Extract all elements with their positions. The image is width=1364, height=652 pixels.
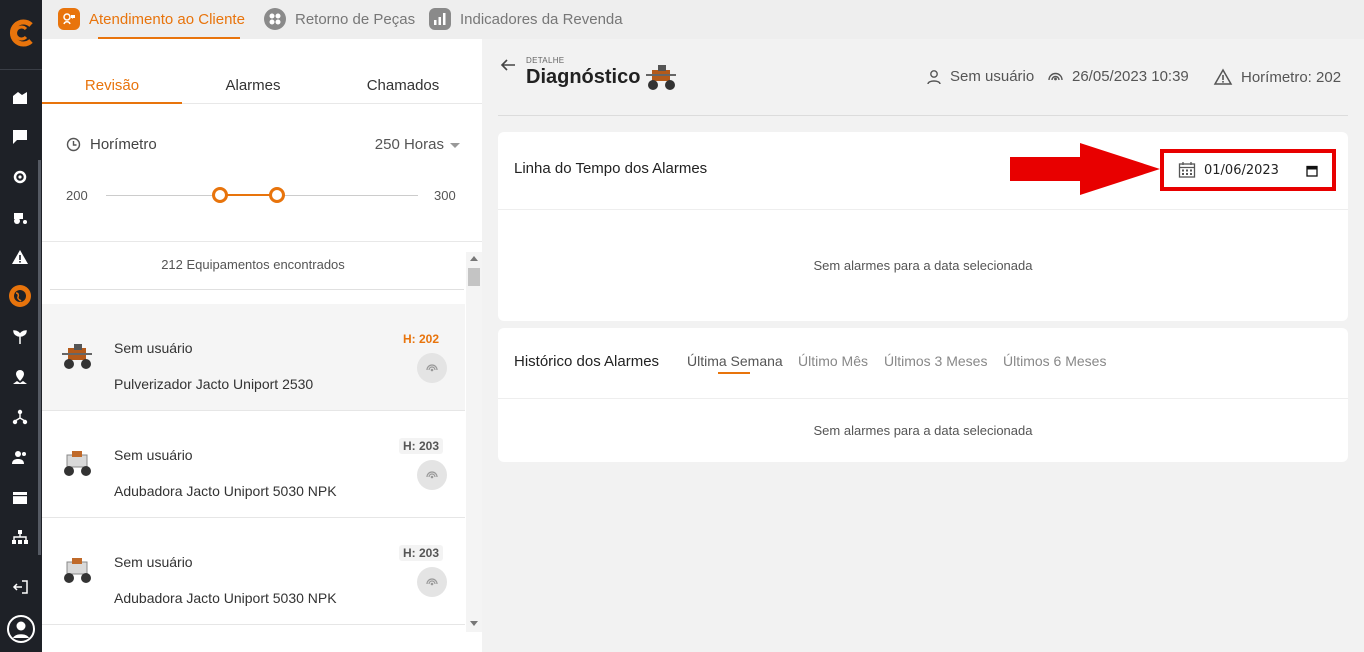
warning-icon	[1213, 68, 1233, 85]
date-input[interactable]: 01/06/2023	[1160, 149, 1336, 191]
chevron-down-icon[interactable]	[450, 143, 460, 148]
list-scrollbar[interactable]	[466, 252, 482, 632]
equipment-panel: Revisão Alarmes Chamados Horímetro 250 H…	[42, 39, 482, 652]
empty-state: Sem alarmes para a data selecionada	[813, 258, 1033, 273]
equipment-user: Sem usuário	[114, 554, 193, 570]
date-value: 01/06/2023	[1204, 163, 1279, 178]
date-picker-icon[interactable]	[1306, 165, 1318, 177]
sprayer-image	[62, 344, 92, 369]
tab-retorno-pecas[interactable]: Retorno de Peças	[264, 6, 415, 32]
back-arrow-icon[interactable]	[500, 57, 516, 73]
detail-horimetro: Horímetro: 202	[1213, 68, 1341, 86]
user-icon	[927, 69, 941, 84]
tab-ultimos-6-meses[interactable]: Últimos 6 Meses	[1003, 353, 1106, 369]
slider-min-label: 200	[66, 188, 88, 203]
farm-icon[interactable]	[9, 86, 31, 108]
slider-max-label: 300	[434, 188, 456, 203]
tab-ultima-semana[interactable]: Última Semana	[687, 353, 783, 369]
user-profile-icon[interactable]	[6, 614, 36, 644]
hours-badge: H: 203	[398, 545, 443, 561]
signal-icon	[1048, 72, 1063, 81]
top-navigation: Atendimento ao Cliente Retorno de Peças …	[42, 0, 1364, 39]
bar-chart-icon	[429, 8, 451, 30]
range-slider-high-handle[interactable]	[269, 187, 285, 203]
customer-service-icon	[58, 8, 80, 30]
horimetro-filter: Horímetro 250 Horas	[66, 136, 460, 156]
warning-icon[interactable]	[9, 246, 31, 268]
users-icon[interactable]	[9, 446, 31, 468]
hours-badge: H: 203	[398, 438, 443, 454]
detail-datetime: 26/05/2023 10:39	[1047, 68, 1189, 85]
spreader-image	[64, 558, 91, 583]
history-card: Histórico dos Alarmes Sem alarmes para a…	[498, 328, 1348, 462]
equipment-list-item[interactable]: Sem usuário Adubadora Jacto Uniport 5030…	[42, 411, 465, 518]
globe-icon[interactable]	[9, 285, 31, 307]
equipment-user: Sem usuário	[114, 447, 193, 463]
gear-network-icon[interactable]	[9, 166, 31, 188]
tab-label: Retorno de Peças	[295, 10, 416, 28]
equipment-image	[646, 65, 676, 90]
tab-chamados[interactable]: Chamados	[333, 77, 473, 94]
tab-atendimento-cliente[interactable]: Atendimento ao Cliente	[58, 6, 245, 32]
horimetro-label: Horímetro	[90, 136, 157, 153]
spreader-image	[64, 451, 91, 476]
page-title: Diagnóstico	[526, 66, 641, 88]
detail-user: Sem usuário	[926, 68, 1034, 85]
results-count: 212 Equipamentos encontrados	[161, 257, 345, 272]
scroll-up-icon[interactable]	[470, 256, 478, 261]
tab-ultimo-mes[interactable]: Último Mês	[798, 353, 868, 369]
tab-label: Atendimento ao Cliente	[89, 10, 245, 28]
scroll-down-icon[interactable]	[470, 621, 478, 626]
hours-badge: H: 202	[402, 332, 439, 346]
parts-icon	[264, 8, 286, 30]
equipment-list-item[interactable]: Sem usuário Pulverizador Jacto Uniport 2…	[42, 304, 465, 411]
chat-icon[interactable]	[9, 126, 31, 148]
active-tab-indicator	[718, 372, 750, 374]
equipment-list-item[interactable]: Sem usuário Adubadora Jacto Uniport 5030…	[42, 518, 465, 625]
equipment-model: Adubadora Jacto Uniport 5030 NPK	[114, 590, 337, 606]
equipment-model: Adubadora Jacto Uniport 5030 NPK	[114, 483, 337, 499]
detail-datetime-label: 26/05/2023 10:39	[1072, 68, 1189, 85]
clock-icon	[66, 137, 81, 152]
tractor-icon[interactable]	[9, 206, 31, 228]
breadcrumb: DETALHE	[526, 56, 565, 65]
signal-icon[interactable]	[417, 353, 447, 383]
calendar-icon[interactable]	[9, 486, 31, 508]
equipment-user: Sem usuário	[114, 340, 193, 356]
card-title: Linha do Tempo dos Alarmes	[514, 160, 708, 177]
card-title: Histórico dos Alarmes	[514, 353, 660, 370]
tab-revisao[interactable]: Revisão	[42, 77, 182, 94]
divider	[50, 289, 464, 290]
active-tab-indicator	[42, 102, 182, 104]
plant-icon[interactable]	[9, 326, 31, 348]
calendar-icon	[1178, 162, 1196, 178]
sidebar	[0, 0, 42, 652]
divider	[42, 241, 482, 242]
tab-label: Indicadores da Revenda	[460, 10, 623, 28]
logout-icon[interactable]	[9, 576, 31, 598]
card-divider	[498, 398, 1348, 399]
org-chart-icon[interactable]	[9, 526, 31, 548]
rail-scrollbar[interactable]	[38, 160, 41, 555]
empty-state: Sem alarmes para a data selecionada	[813, 423, 1033, 438]
tab-ultimos-3-meses[interactable]: Últimos 3 Meses	[884, 353, 987, 369]
detail-user-label: Sem usuário	[950, 68, 1035, 85]
tab-alarmes[interactable]: Alarmes	[183, 77, 323, 94]
rail-divider	[0, 69, 42, 70]
signal-icon[interactable]	[417, 460, 447, 490]
annotation-arrow-icon	[1010, 143, 1160, 195]
header-divider	[498, 115, 1348, 116]
company-logo-icon[interactable]	[4, 16, 38, 50]
card-divider	[498, 209, 1348, 210]
horimetro-select[interactable]: 250 Horas	[375, 136, 444, 153]
tab-indicadores-revenda[interactable]: Indicadores da Revenda	[429, 6, 623, 32]
map-pin-icon[interactable]	[9, 366, 31, 388]
range-slider-low-handle[interactable]	[212, 187, 228, 203]
signal-icon[interactable]	[417, 567, 447, 597]
scrollbar-thumb[interactable]	[468, 268, 480, 286]
equipment-model: Pulverizador Jacto Uniport 2530	[114, 376, 314, 392]
hierarchy-icon[interactable]	[9, 406, 31, 428]
detail-horimetro-label: Horímetro: 202	[1241, 68, 1342, 86]
